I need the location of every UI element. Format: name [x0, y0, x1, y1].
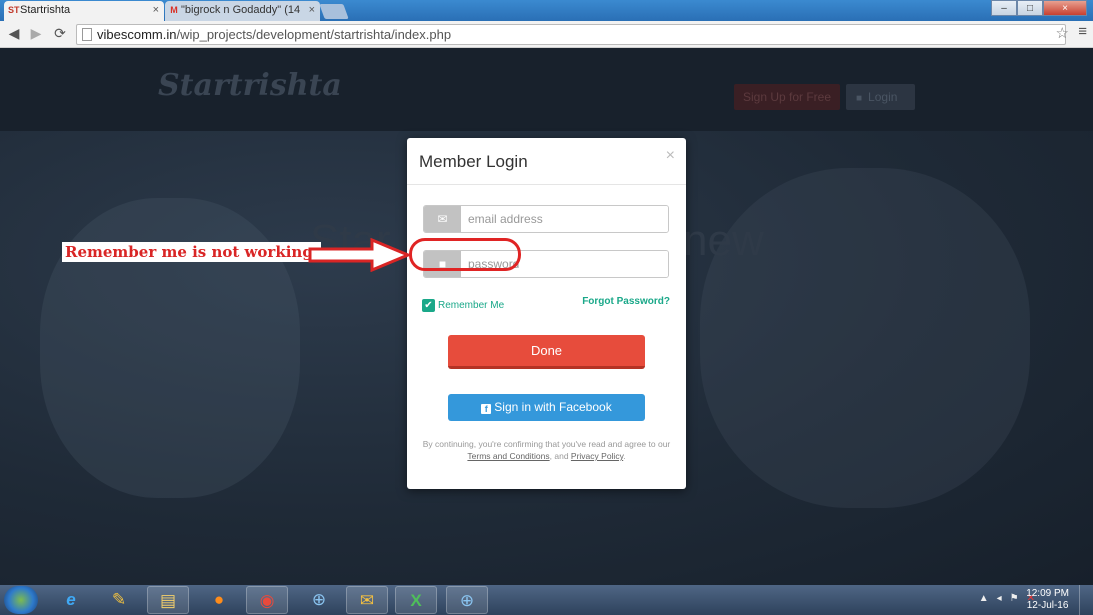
- signup-button[interactable]: Sign Up for Free: [734, 84, 840, 110]
- privacy-link[interactable]: Privacy Policy: [571, 451, 623, 461]
- tab-title: "bigrock n Godaddy" (14: [181, 4, 301, 16]
- close-window-button[interactable]: ×: [1043, 0, 1087, 16]
- modal-title: Member Login: [419, 152, 528, 171]
- paint-icon[interactable]: ✎: [98, 586, 140, 614]
- browser-toolbar: ◀ ▶ ⟳ vibescomm.in/wip_projects/developm…: [0, 21, 1093, 48]
- clock[interactable]: 12:09 PM 12-Jul-16: [1026, 588, 1069, 612]
- tab-gmail[interactable]: M "bigrock n Godaddy" (14 ×: [165, 1, 320, 21]
- action-center-icon[interactable]: ⚑: [1010, 593, 1019, 604]
- ie-icon[interactable]: e: [50, 586, 92, 614]
- done-button[interactable]: Done: [448, 335, 645, 369]
- window-controls: – □ ×: [991, 0, 1087, 16]
- startrishta-favicon-icon: ST: [8, 5, 20, 15]
- terms-text: By continuing, you're confirming that yo…: [421, 438, 672, 462]
- terms-and: , and: [549, 451, 569, 461]
- address-bar[interactable]: vibescomm.in/wip_projects/development/st…: [76, 24, 1066, 45]
- facebook-label: Sign in with Facebook: [494, 400, 612, 414]
- show-desktop-button[interactable]: [1079, 585, 1093, 615]
- hero-text-right: new: [683, 216, 764, 265]
- firefox-icon[interactable]: ●: [198, 586, 240, 614]
- page-content: Startrishta Sign Up for Free ■ Login Star…: [0, 48, 1093, 585]
- remember-me[interactable]: ✔ Remember Me: [422, 297, 504, 313]
- forward-icon[interactable]: ▶: [27, 25, 45, 42]
- modal-close-icon[interactable]: ×: [666, 147, 675, 165]
- email-field: ✉: [423, 205, 669, 233]
- clock-date: 12-Jul-16: [1026, 600, 1069, 611]
- terms-link[interactable]: Terms and Conditions: [467, 451, 549, 461]
- remember-me-checkbox[interactable]: ✔: [422, 298, 435, 312]
- safari-icon-2[interactable]: ⊕: [446, 586, 488, 614]
- url-path: /wip_projects/development/startrishta/in…: [176, 27, 452, 42]
- browser-tabstrip: ST Startrishta × M "bigrock n Godaddy" (…: [0, 0, 1093, 21]
- modal-divider: [407, 184, 686, 185]
- maximize-button[interactable]: □: [1017, 0, 1043, 16]
- windows-taskbar: e ✎ ▤ ● ◉ ⊕ ✉ X ⊕ ▲ ◂ ⚑ ✕ 12:09 PM 12-Ju…: [0, 585, 1093, 615]
- member-login-modal: Member Login × ✉ ■ ✔ Remember Me Forgot …: [407, 138, 686, 489]
- tab-startrishta[interactable]: ST Startrishta ×: [4, 1, 164, 21]
- tray-expand-icon[interactable]: ▲: [979, 593, 989, 604]
- tab-close-icon[interactable]: ×: [153, 1, 159, 20]
- volume-icon[interactable]: ◂: [997, 593, 1002, 604]
- excel-icon[interactable]: X: [395, 586, 437, 614]
- lock-icon: ■: [856, 93, 863, 104]
- email-input[interactable]: [461, 206, 668, 232]
- explorer-icon[interactable]: ▤: [147, 586, 189, 614]
- safari-icon[interactable]: ⊕: [298, 586, 340, 614]
- login-button[interactable]: ■ Login: [846, 84, 915, 110]
- envelope-icon: ✉: [424, 206, 461, 232]
- forgot-password-link[interactable]: Forgot Password?: [582, 296, 670, 307]
- new-tab-button[interactable]: [319, 4, 349, 19]
- browser-menu-icon[interactable]: ≡: [1078, 23, 1087, 40]
- facebook-icon: f: [481, 404, 492, 414]
- terms-suffix: .: [623, 451, 626, 461]
- annotation-highlight: [409, 238, 521, 271]
- tab-title: Startrishta: [20, 4, 71, 16]
- annotation-label: Remember me is not working.: [62, 242, 322, 262]
- clock-time: 12:09 PM: [1026, 588, 1069, 599]
- login-label: Login: [868, 90, 898, 104]
- site-header: Startrishta Sign Up for Free ■ Login: [0, 48, 1093, 131]
- outlook-icon[interactable]: ✉: [346, 586, 388, 614]
- tab-close-icon[interactable]: ×: [309, 1, 315, 20]
- terms-prefix: By continuing, you're confirming that yo…: [422, 439, 671, 449]
- facebook-signin-button[interactable]: f Sign in with Facebook: [448, 394, 645, 421]
- reload-icon[interactable]: ⟳: [51, 25, 69, 42]
- url-domain: vibescomm.in: [97, 27, 177, 42]
- bookmark-star-icon[interactable]: ☆: [1056, 24, 1069, 42]
- remember-me-label[interactable]: Remember Me: [438, 300, 504, 311]
- site-logo[interactable]: Startrishta: [158, 68, 342, 103]
- back-icon[interactable]: ◀: [5, 25, 23, 42]
- chrome-icon[interactable]: ◉: [246, 586, 288, 614]
- minimize-button[interactable]: –: [991, 0, 1017, 16]
- start-button[interactable]: [4, 586, 38, 614]
- gmail-favicon-icon: M: [170, 5, 178, 15]
- page-icon: [82, 28, 92, 41]
- annotation-arrow-icon: [308, 238, 412, 272]
